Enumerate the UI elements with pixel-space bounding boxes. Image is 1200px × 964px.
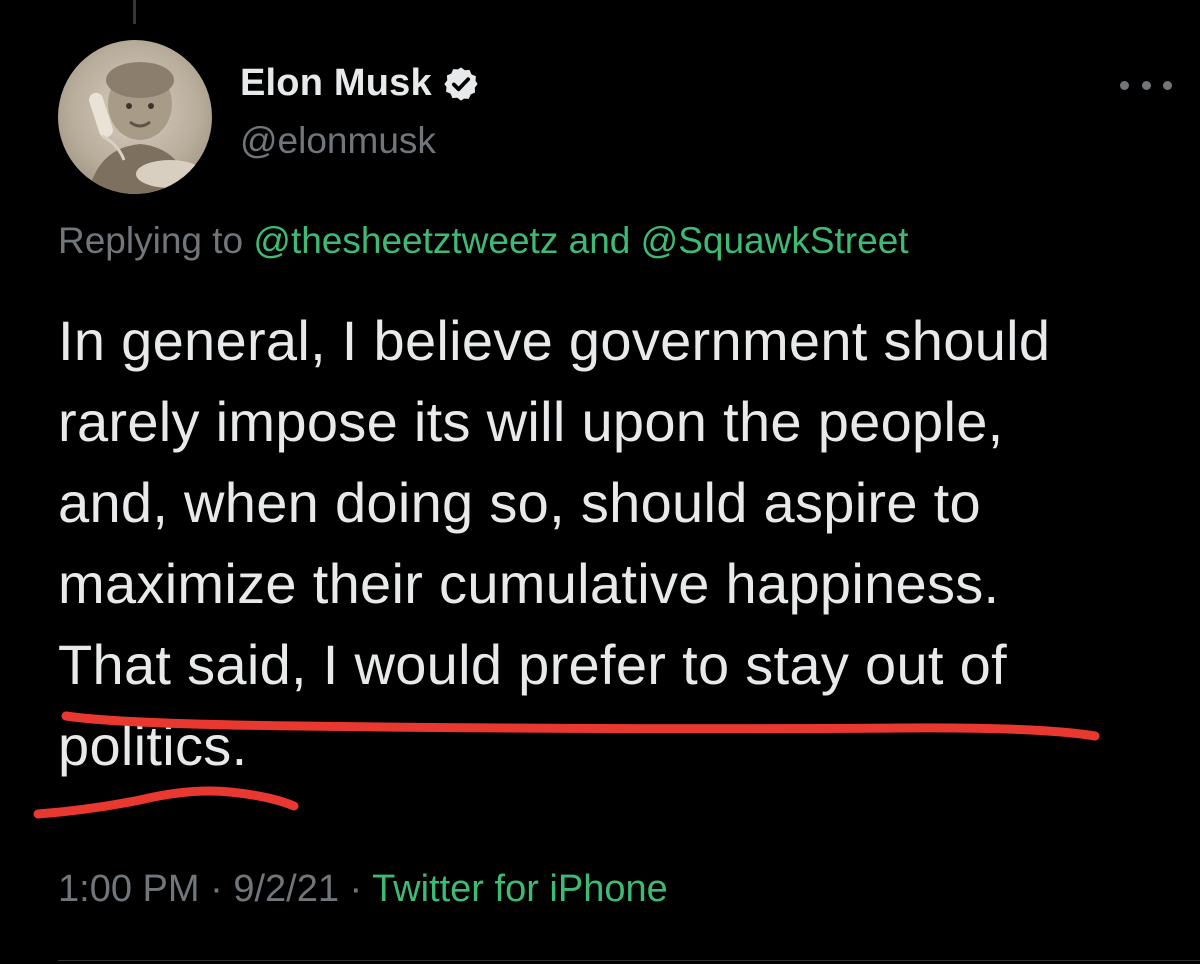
more-dot bbox=[1141, 80, 1151, 90]
tweet-text-line: In general, I believe government should bbox=[58, 309, 1051, 372]
tweet-text-line: and, when doing so, should aspire to bbox=[58, 471, 981, 534]
mention-link-squawkstreet[interactable]: @SquawkStreet bbox=[641, 220, 909, 261]
more-dot bbox=[1120, 80, 1129, 90]
tweet-text-line: rarely impose its will upon the people, bbox=[58, 390, 1004, 453]
verified-badge-icon bbox=[442, 65, 480, 103]
author-display-name[interactable]: Elon Musk bbox=[240, 62, 432, 105]
more-dot bbox=[1163, 80, 1172, 90]
tweet-date[interactable]: 9/2/21 bbox=[233, 868, 339, 910]
tweet-time[interactable]: 1:00 PM bbox=[58, 868, 200, 910]
more-options-icon[interactable] bbox=[1120, 70, 1172, 100]
replying-to-conjunction: and bbox=[568, 220, 631, 261]
avatar[interactable] bbox=[58, 40, 212, 194]
tweet-text-line: maximize their cumulative happiness. bbox=[58, 552, 1000, 615]
replying-to-line: Replying to @thesheetztweetz and @Squawk… bbox=[58, 220, 909, 262]
meta-separator: · bbox=[210, 868, 223, 910]
avatar-photo bbox=[88, 62, 204, 194]
thread-connector-line bbox=[133, 0, 136, 24]
author-name-row[interactable]: Elon Musk bbox=[240, 62, 480, 105]
tweet-text-line: That said, I would prefer to stay out of bbox=[58, 633, 1007, 696]
tweet-text: In general, I believe government should … bbox=[58, 300, 1168, 786]
replying-to-label: Replying to bbox=[58, 220, 244, 261]
tweet-source-link[interactable]: Twitter for iPhone bbox=[372, 868, 668, 910]
tweet-text-line: politics. bbox=[58, 714, 248, 777]
meta-separator: · bbox=[349, 868, 363, 910]
author-handle[interactable]: @elonmusk bbox=[240, 120, 436, 162]
divider bbox=[58, 960, 1200, 961]
tweet-metadata: 1:00 PM · 9/2/21 · Twitter for iPhone bbox=[58, 868, 668, 911]
mention-link-thesheetztweetz[interactable]: @thesheetztweetz bbox=[253, 220, 558, 261]
